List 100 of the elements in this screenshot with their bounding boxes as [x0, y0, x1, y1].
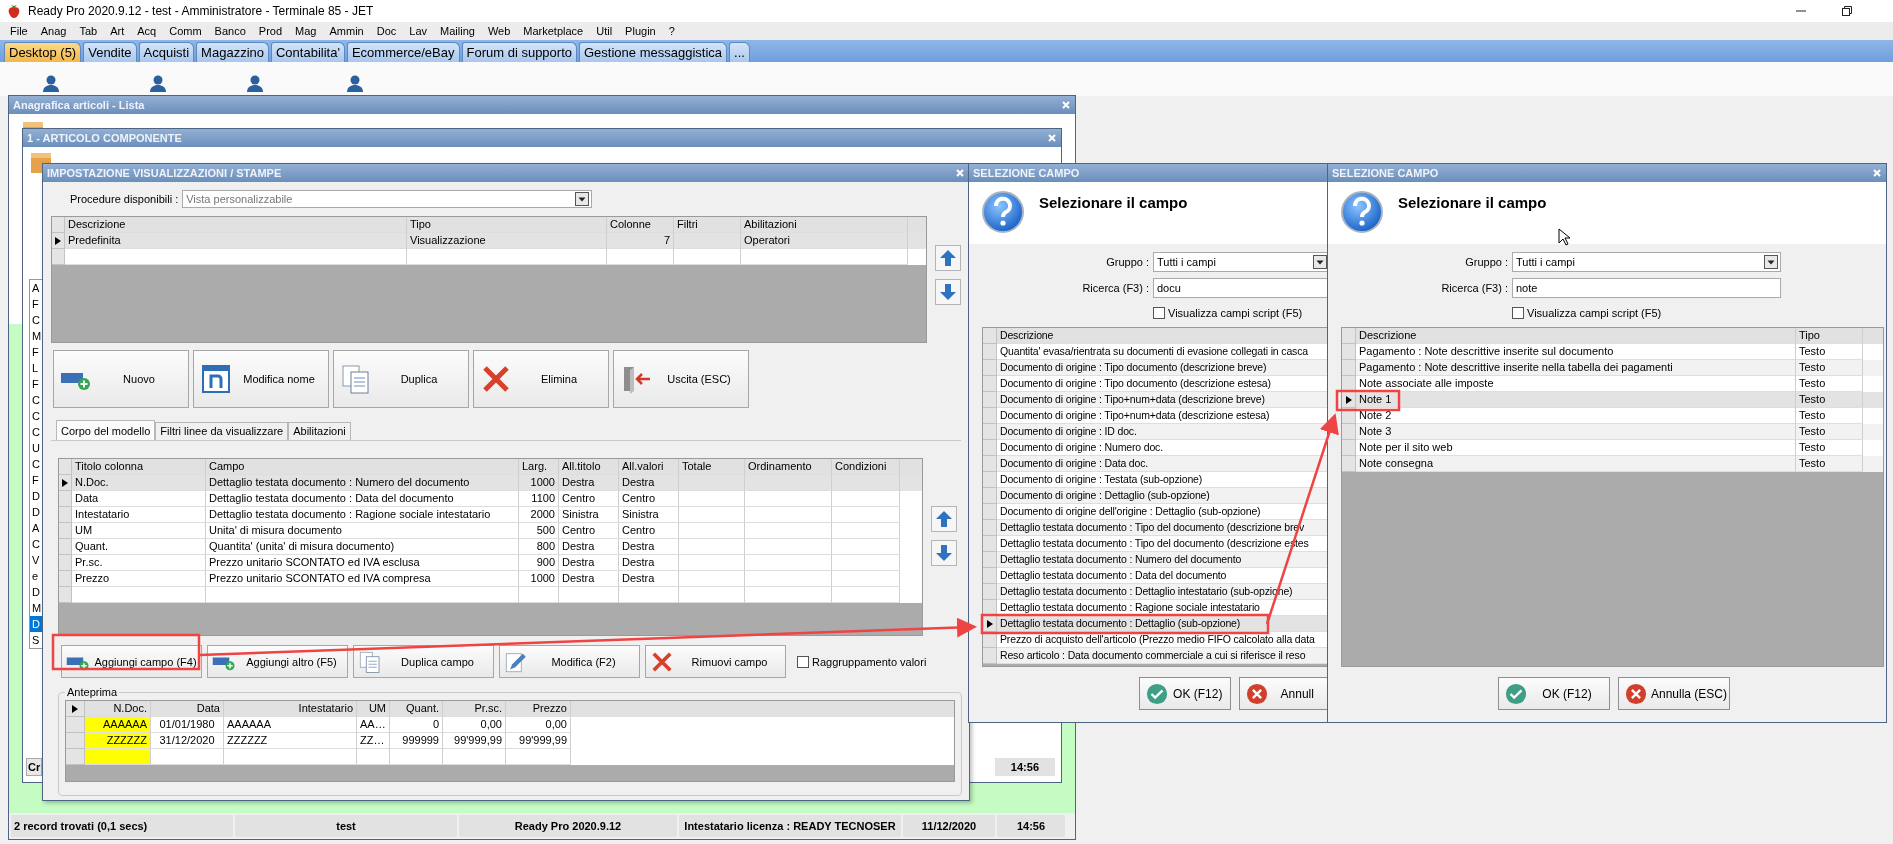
window-title: SELEZIONE CAMPO	[1332, 167, 1439, 179]
strawberry-icon	[6, 3, 22, 19]
row-header	[1342, 360, 1356, 376]
dropdown-field[interactable]: Vista personalizzabile	[182, 190, 593, 208]
tab[interactable]: Abilitazioni	[288, 422, 351, 440]
checkbox[interactable]	[797, 655, 809, 668]
row-header	[983, 520, 997, 536]
menu-item[interactable]: File	[4, 25, 35, 37]
move-up-button[interactable]	[935, 245, 961, 271]
dialog-heading: Selezionare il campo	[1398, 194, 1547, 211]
row-pointer-icon	[72, 704, 78, 713]
restore-icon[interactable]	[1841, 5, 1853, 17]
menu-item[interactable]: Banco	[208, 25, 253, 37]
menu-item[interactable]: Plugin	[619, 25, 663, 37]
menu-item[interactable]: Art	[104, 25, 132, 37]
checkbox[interactable]	[1512, 307, 1524, 319]
menu-item[interactable]: Mag	[289, 25, 324, 37]
row-header	[983, 504, 997, 520]
user-icon[interactable]	[345, 74, 365, 92]
row-header	[983, 360, 997, 376]
toolbar-button[interactable]: Rimuovi campo	[645, 645, 786, 678]
toolbar-button[interactable]: Elimina	[473, 350, 609, 408]
toolbar-button[interactable]: Aggiungi campo (F4)	[61, 645, 202, 678]
close-icon[interactable]	[955, 168, 965, 178]
tab[interactable]: Filtri linee da visualizzare	[155, 422, 289, 440]
row-pointer-icon	[55, 236, 61, 245]
toolbar-button[interactable]: Nuovo	[53, 350, 189, 408]
user-icon[interactable]	[148, 74, 168, 92]
table-cell[interactable]: Testo	[1796, 456, 1863, 472]
tab[interactable]: Ecommerce/eBay	[346, 42, 460, 62]
tab[interactable]: Magazzino	[196, 42, 269, 62]
toolbar-button[interactable]: Modifica nome	[193, 350, 329, 408]
status-text: 14:56	[994, 758, 1055, 776]
menu-item[interactable]: Comm	[163, 25, 209, 37]
dropdown-field[interactable]: Tutti i campi	[1512, 252, 1781, 272]
status-text: Intestatario licenza : READY TECNOSER	[679, 815, 901, 837]
menu-item[interactable]: Prod	[252, 25, 290, 37]
documents-icon	[340, 363, 372, 395]
menu-item[interactable]: Anag	[34, 25, 74, 37]
toolbar-button[interactable]: Duplica campo	[353, 645, 494, 678]
row-header	[983, 424, 997, 440]
row-pointer-icon	[1345, 395, 1352, 404]
move-up-button[interactable]	[931, 506, 957, 532]
table-cell: ZZZZZZ	[85, 733, 151, 749]
menu-item[interactable]: Util	[590, 25, 620, 37]
toolbar-button[interactable]: Aggiungi altro (F5)	[207, 645, 348, 678]
menu-item[interactable]: Marketplace	[517, 25, 591, 37]
menu-item[interactable]: ?	[662, 25, 682, 37]
move-down-button[interactable]	[935, 279, 961, 305]
tab[interactable]: Vendite	[83, 42, 137, 62]
toolbar-button[interactable]: Modifica (F2)	[499, 645, 640, 678]
tab[interactable]: Gestione messaggistica	[579, 42, 727, 62]
toolbar-button[interactable]: Duplica	[333, 350, 469, 408]
row-header	[59, 539, 72, 555]
table-cell[interactable]: Note consegna	[1356, 456, 1796, 472]
window-icon	[200, 363, 232, 395]
user-icon[interactable]	[245, 74, 265, 92]
dialog-button[interactable]: Annull	[1238, 677, 1330, 710]
tab[interactable]: Acquisti	[138, 42, 195, 62]
row-header	[983, 472, 997, 488]
cut-off-button[interactable]: Cr	[26, 758, 43, 776]
tab[interactable]: Contabilita'	[271, 42, 345, 62]
dialog-button[interactable]: OK (F12)	[1498, 677, 1610, 710]
tab[interactable]: Forum di supporto	[461, 42, 577, 62]
menu-item[interactable]: Mailing	[434, 25, 482, 37]
row-header	[1342, 456, 1356, 472]
row-header	[59, 555, 72, 571]
help-icon	[1340, 190, 1384, 234]
search-field[interactable]: docu	[1153, 278, 1330, 298]
menu-item[interactable]: Lav	[403, 25, 434, 37]
row-header	[59, 523, 72, 539]
close-icon[interactable]	[1047, 133, 1057, 143]
check-icon	[1505, 682, 1527, 705]
table-cell: AAAAAA	[85, 717, 151, 733]
close-icon[interactable]	[1061, 100, 1071, 110]
search-field[interactable]: note	[1512, 278, 1781, 298]
row-header	[59, 507, 72, 523]
dialog-button[interactable]: Annulla (ESC)	[1618, 677, 1730, 710]
status-text: 2 record trovati (0,1 secs)	[11, 815, 233, 837]
menu-item[interactable]: Web	[481, 25, 518, 37]
menu-item[interactable]: Ammin	[323, 25, 371, 37]
menu-item[interactable]: Acq	[131, 25, 164, 37]
tab[interactable]: Corpo del modello	[56, 420, 156, 440]
user-icon[interactable]	[41, 74, 61, 92]
dropdown-field[interactable]: Tutti i campi	[1153, 252, 1330, 272]
row-header	[1342, 424, 1356, 440]
tab[interactable]: Desktop (5)	[4, 42, 82, 62]
menu-item[interactable]: Doc	[370, 25, 404, 37]
dialog-button[interactable]: OK (F12)	[1139, 677, 1231, 710]
row-header	[1342, 440, 1356, 456]
move-down-button[interactable]	[931, 540, 957, 566]
toolbar-button[interactable]: Uscita (ESC)	[613, 350, 749, 408]
row-header	[66, 749, 85, 765]
tab[interactable]: ...	[729, 42, 750, 62]
checkbox[interactable]	[1153, 307, 1165, 319]
row-pointer-icon	[986, 619, 993, 628]
menu-item[interactable]: Tab	[73, 25, 105, 37]
row-header	[983, 344, 997, 360]
close-icon[interactable]	[1872, 168, 1882, 178]
row-header	[983, 376, 997, 392]
